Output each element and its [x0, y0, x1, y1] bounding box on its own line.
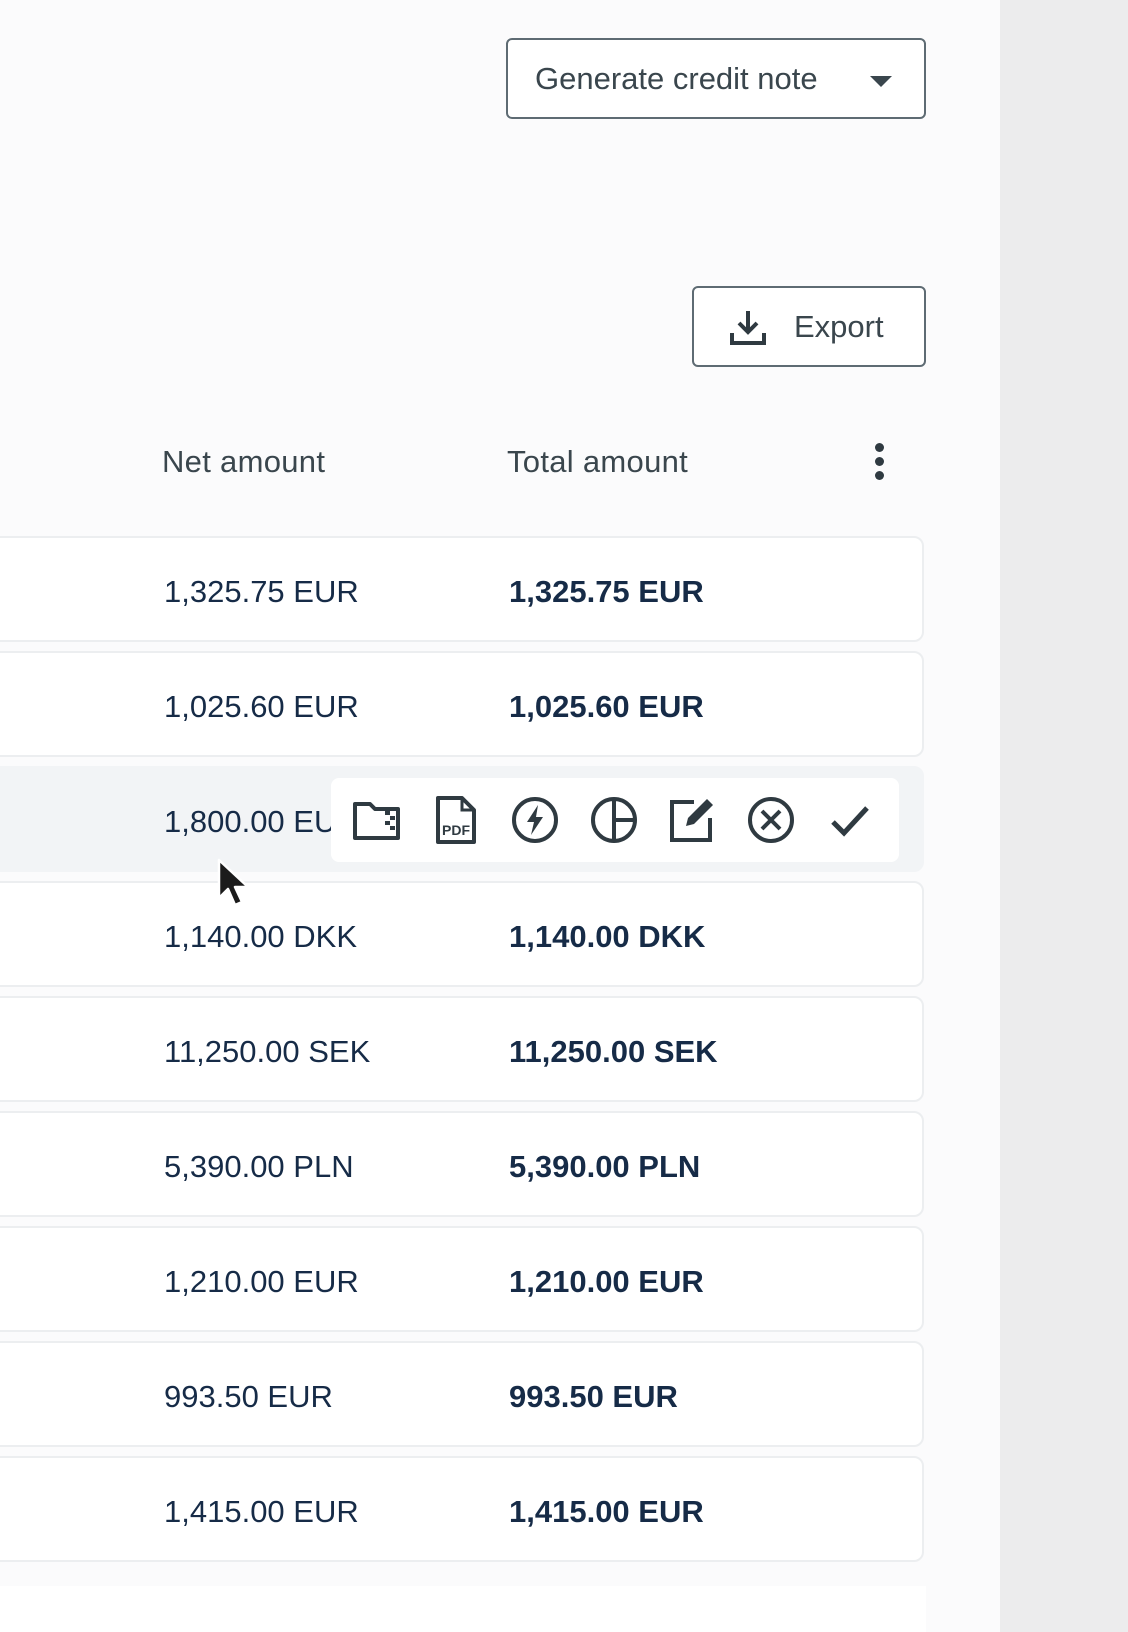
download-icon	[730, 310, 766, 345]
pdf-icon: PDF	[435, 796, 476, 844]
table-row[interactable]: 11,250.00 SEK 11,250.00 SEK	[0, 996, 924, 1102]
export-label: Export	[794, 308, 884, 344]
net-amount-cell: 993.50 EUR	[164, 1379, 333, 1414]
cancel-icon	[748, 797, 795, 843]
caret-down-icon	[870, 76, 892, 87]
net-amount-cell: 1,325.75 EUR	[164, 574, 359, 609]
table-row[interactable]: 1,210.00 EUR 1,210.00 EUR	[0, 1226, 924, 1332]
total-amount-cell: 11,250.00 SEK	[509, 1034, 718, 1069]
allocation-button[interactable]	[584, 789, 644, 851]
download-archive-button[interactable]	[347, 789, 407, 851]
net-amount-cell: 5,390.00 PLN	[164, 1149, 354, 1184]
lightning-icon	[511, 797, 558, 843]
net-amount-cell: 1,415.00 EUR	[164, 1494, 359, 1529]
generate-credit-note-dropdown[interactable]: Generate credit note	[506, 38, 926, 119]
main-content: Generate credit note Export Net amount T…	[0, 0, 1000, 1632]
column-header-total-amount[interactable]: Total amount	[507, 444, 688, 480]
total-amount-cell: 5,390.00 PLN	[509, 1149, 701, 1184]
download-pdf-button[interactable]: PDF	[426, 789, 486, 851]
approve-button[interactable]	[820, 789, 880, 851]
total-amount-cell: 1,415.00 EUR	[509, 1494, 704, 1529]
cancel-button[interactable]	[741, 789, 801, 851]
table-row[interactable]: 5,390.00 PLN 5,390.00 PLN	[0, 1111, 924, 1217]
column-header-net-amount[interactable]: Net amount	[162, 444, 325, 480]
total-amount-cell: 1,210.00 EUR	[509, 1264, 704, 1299]
net-amount-cell: 11,250.00 SEK	[164, 1034, 371, 1069]
net-amount-cell: 1,140.00 DKK	[164, 919, 358, 954]
folder-zip-icon	[352, 802, 400, 840]
table-row[interactable]: 1,025.60 EUR 1,025.60 EUR	[0, 651, 924, 757]
edit-icon	[670, 799, 714, 842]
total-amount-cell: 1,140.00 DKK	[509, 919, 706, 954]
generate-credit-note-label: Generate credit note	[535, 60, 818, 96]
net-amount-cell: 1,800.00 EU	[164, 804, 337, 839]
table-row[interactable]: 993.50 EUR 993.50 EUR	[0, 1341, 924, 1447]
table-header: Net amount Total amount	[0, 430, 926, 492]
table-row[interactable]: 1,140.00 DKK 1,140.00 DKK	[0, 881, 924, 987]
quick-action-button[interactable]	[505, 789, 565, 851]
pie-chart-icon	[590, 797, 637, 843]
net-amount-cell: 1,025.60 EUR	[164, 689, 359, 724]
edit-button[interactable]	[662, 789, 722, 851]
pdf-icon-text: PDF	[442, 822, 470, 838]
export-button[interactable]: Export	[692, 286, 926, 367]
mouse-cursor-icon	[217, 858, 250, 907]
table-footer-edge	[0, 1586, 926, 1632]
more-options-icon[interactable]	[864, 440, 896, 484]
check-icon	[831, 806, 869, 837]
total-amount-cell: 1,325.75 EUR	[509, 574, 704, 609]
row-action-toolbar: PDF	[331, 778, 899, 862]
table-row[interactable]: 1,415.00 EUR 1,415.00 EUR	[0, 1456, 924, 1562]
net-amount-cell: 1,210.00 EUR	[164, 1264, 359, 1299]
total-amount-cell: 1,025.60 EUR	[509, 689, 704, 724]
right-gutter	[1000, 0, 1128, 1632]
total-amount-cell: 993.50 EUR	[509, 1379, 678, 1414]
table-row[interactable]: 1,325.75 EUR 1,325.75 EUR	[0, 536, 924, 642]
